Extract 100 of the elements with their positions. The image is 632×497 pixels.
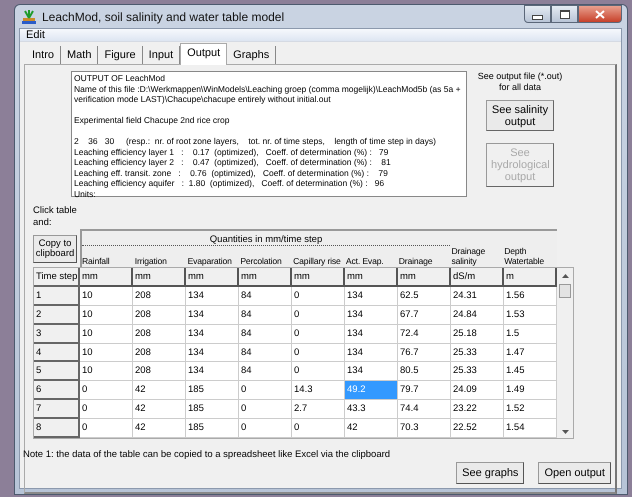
output-line: Leaching efficiency layer 2 : 0.47 (optimized), Coeff. of determination (%) : 81 <box>74 157 391 168</box>
table-cell[interactable]: 134 <box>186 324 239 344</box>
data-table[interactable] <box>34 268 557 438</box>
column-header: Depth Watertable <box>504 246 545 266</box>
output-line: OUTPUT OF LeachMod <box>74 73 166 84</box>
output-line: Experimental field Chacupe 2nd rice crop <box>74 115 230 126</box>
table-cell[interactable]: 70.3 <box>398 419 451 438</box>
table-cell[interactable]: 22.52 <box>451 419 504 438</box>
close-button[interactable] <box>578 5 622 23</box>
table-cell[interactable]: 134 <box>345 324 398 344</box>
output-line: Name of this file :D:\Werkmappen\WinModels\Leaching groep (comma mogelijk)\LeachMod5b (as 5a + <box>74 84 461 94</box>
table-cell[interactable]: 79.7 <box>398 381 451 400</box>
table-cell[interactable]: 84 <box>239 286 292 306</box>
table-cell[interactable]: 0 <box>80 400 133 420</box>
table-cell[interactable]: 2.7 <box>292 400 345 420</box>
row-header: Time step <box>34 268 80 287</box>
table-cell[interactable]: 72.4 <box>398 324 451 344</box>
table-cell[interactable]: 10 <box>80 344 133 362</box>
table-cell[interactable]: 23.22 <box>451 400 504 420</box>
tab[interactable]: Math <box>61 46 98 64</box>
table-cell[interactable]: 76.7 <box>398 344 451 362</box>
unit-cell: mm <box>186 268 239 287</box>
action-button[interactable]: Open output <box>538 462 611 484</box>
table-cell[interactable]: 42 <box>133 419 186 438</box>
tab[interactable]: Figure <box>98 46 143 64</box>
table-cell[interactable]: 0 <box>292 306 345 325</box>
table-cell[interactable]: 0 <box>292 419 345 438</box>
table-cell[interactable]: 0 <box>239 419 292 438</box>
table-cell[interactable]: 0 <box>80 381 133 400</box>
table-cell[interactable]: 208 <box>133 362 186 382</box>
row-number: 3 <box>34 324 80 344</box>
table-cell[interactable]: 208 <box>133 306 186 325</box>
unit-cell: mm <box>292 268 345 287</box>
close-icon[interactable] <box>595 10 605 18</box>
action-button[interactable]: See graphs <box>456 462 524 484</box>
output-line: 2 36 30 (resp.: nr. of root zone layers, tot. nr. of time steps, length of time step in days) <box>74 136 436 146</box>
table-cell[interactable]: 0 <box>239 381 292 400</box>
table-cell[interactable]: 24.09 <box>451 381 504 400</box>
table-cell[interactable]: 134 <box>345 286 398 306</box>
scroll-up-icon[interactable] <box>562 274 568 278</box>
table-cell[interactable]: 84 <box>239 344 292 362</box>
table-cell[interactable]: 0 <box>292 286 345 306</box>
table-cell[interactable]: 62.5 <box>398 286 451 306</box>
table-cell[interactable]: 185 <box>186 419 239 438</box>
table-cell[interactable]: 42 <box>133 381 186 400</box>
table-cell[interactable]: 185 <box>186 400 239 420</box>
table-cell[interactable]: 43.3 <box>345 400 398 420</box>
table-cell[interactable]: 25.33 <box>451 344 504 362</box>
table-cell[interactable]: 0 <box>80 419 133 438</box>
table-cell[interactable]: 24.84 <box>451 306 504 325</box>
table-cell[interactable]: 24.31 <box>451 286 504 306</box>
table-cell[interactable]: 0 <box>292 344 345 362</box>
table-cell[interactable]: 134 <box>345 344 398 362</box>
menu-item[interactable]: Edit <box>24 29 47 41</box>
table-cell[interactable]: 74.4 <box>398 400 451 420</box>
table-cell[interactable]: 10 <box>80 306 133 325</box>
table-cell[interactable]: 84 <box>239 306 292 325</box>
table-cell[interactable]: 10 <box>80 362 133 382</box>
table-cell[interactable]: 25.33 <box>451 362 504 382</box>
output-button[interactable]: See salinity output <box>486 100 554 131</box>
table-cell[interactable]: 134 <box>345 306 398 325</box>
table-cell[interactable]: 84 <box>239 362 292 382</box>
maximize-button[interactable] <box>551 5 578 23</box>
table-cell[interactable]: 10 <box>80 324 133 344</box>
table-cell[interactable]: 10 <box>80 286 133 306</box>
app-icon <box>21 8 37 24</box>
table-cell[interactable]: 0 <box>292 362 345 382</box>
copy-button[interactable]: Copy to clipboard <box>33 235 77 263</box>
table-cell[interactable]: 208 <box>133 324 186 344</box>
minimize-button[interactable] <box>524 5 551 23</box>
tab[interactable]: Intro <box>26 46 62 64</box>
table-cell[interactable]: 134 <box>186 362 239 382</box>
vertical-scrollbar[interactable] <box>557 268 573 438</box>
unit-cell: mm <box>345 268 398 287</box>
click-hint: Click table and: <box>33 205 78 229</box>
table-cell[interactable]: 42 <box>345 419 398 438</box>
unit-cell: mm <box>133 268 186 287</box>
output-line: Leaching efficiency aquifer : 1.80 (optimized), Coeff. of determination (%) : 96 <box>74 178 384 188</box>
table-cell[interactable]: 25.18 <box>451 324 504 344</box>
table-cell[interactable]: 134 <box>186 286 239 306</box>
tab[interactable]: Output <box>180 43 228 65</box>
scroll-thumb[interactable] <box>559 284 571 298</box>
table-cell[interactable]: 0 <box>239 400 292 420</box>
table-cell[interactable]: 67.7 <box>398 306 451 325</box>
table-cell[interactable]: 185 <box>186 381 239 400</box>
table-cell[interactable]: 80.5 <box>398 362 451 382</box>
table-cell[interactable]: 84 <box>239 324 292 344</box>
unit-cell: dS/m <box>451 268 504 287</box>
output-line: Leaching efficiency layer 1 : 0.17 (optimized), Coeff. of determination (%) : 79 <box>74 146 388 157</box>
table-cell[interactable]: 42 <box>133 400 186 420</box>
table-cell[interactable]: 208 <box>133 286 186 306</box>
table-cell[interactable]: 208 <box>133 344 186 362</box>
row-number: 5 <box>34 362 80 382</box>
table-cell[interactable]: 134 <box>186 344 239 362</box>
table-cell[interactable]: 0 <box>292 324 345 344</box>
output-line: verification mode LAST)\Chacupe\chacupe entirely without initial.out <box>74 94 331 104</box>
scroll-down-icon[interactable] <box>562 430 568 434</box>
tab[interactable]: Graphs <box>227 46 276 64</box>
row-number: 7 <box>34 400 80 420</box>
table-cell[interactable]: 134 <box>186 306 239 325</box>
